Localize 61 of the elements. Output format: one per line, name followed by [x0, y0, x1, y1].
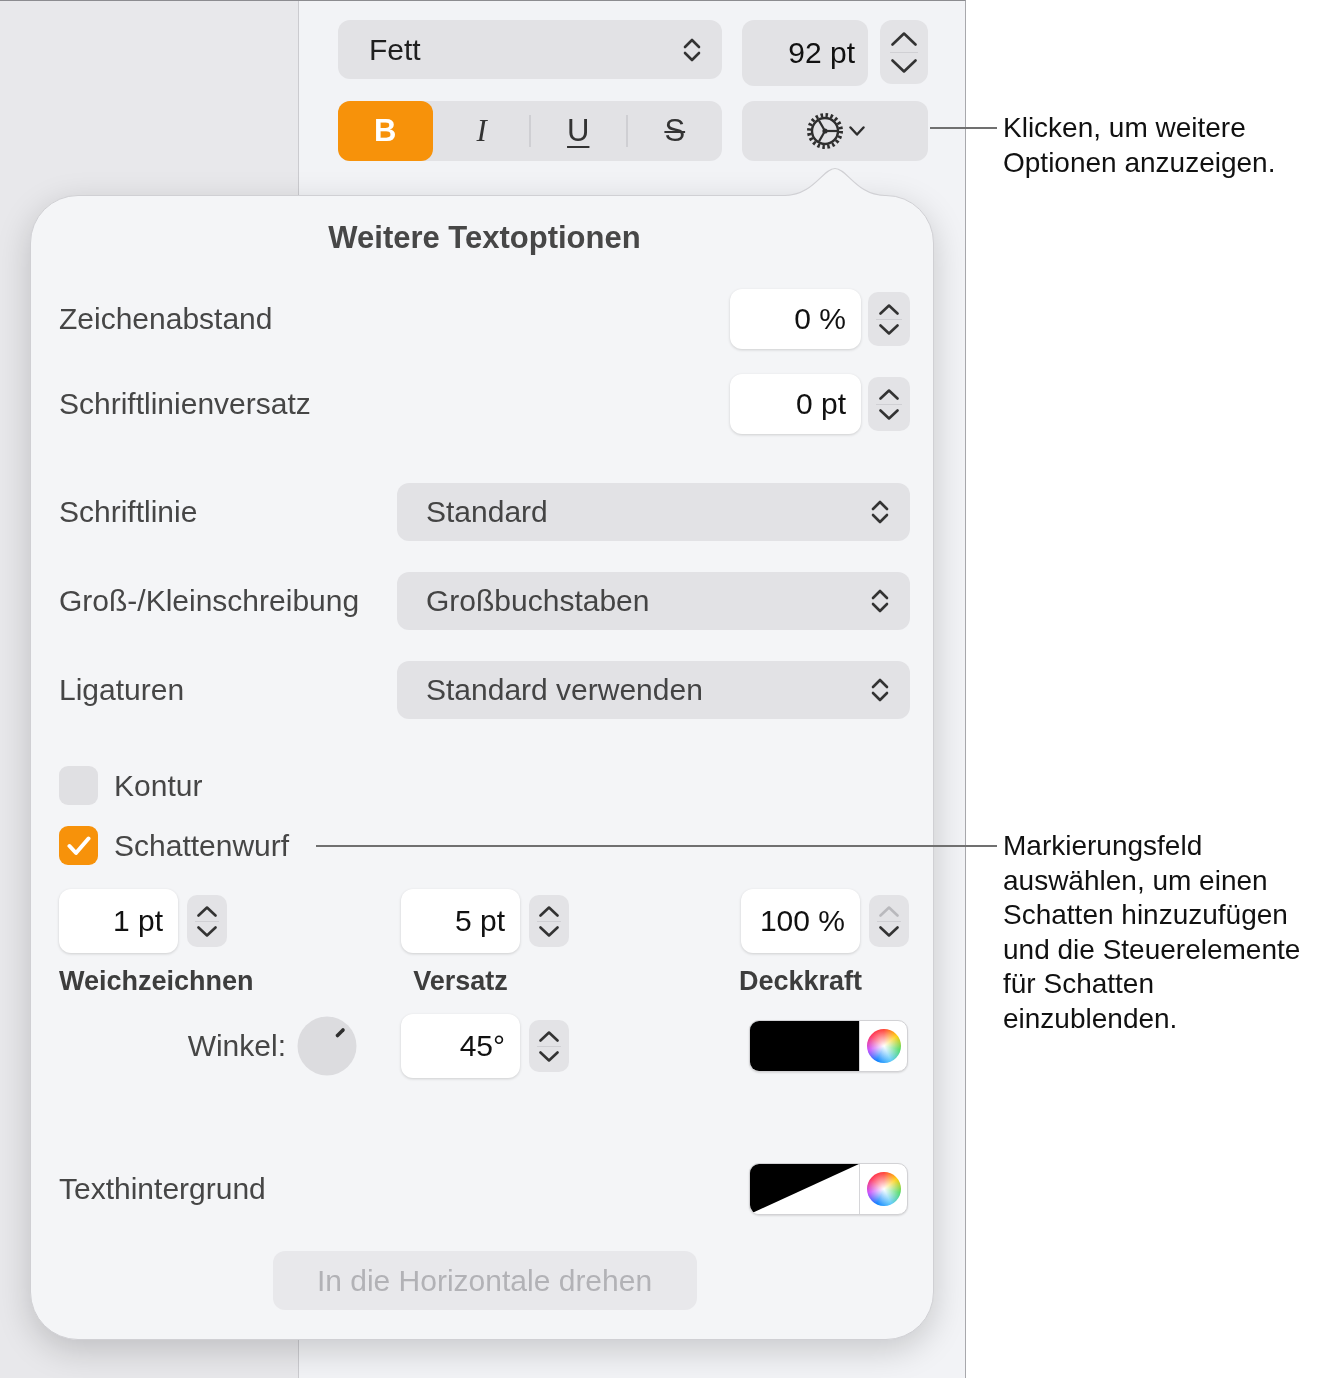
underline-button[interactable]: U [531, 101, 626, 161]
stepper[interactable] [880, 20, 928, 84]
chevron-down-icon [891, 58, 917, 73]
chevron-down-icon [539, 1050, 559, 1062]
checkbox[interactable] [59, 826, 98, 865]
checkbox-label: Kontur [114, 768, 203, 803]
chevron-up-icon [891, 31, 917, 46]
chevron-down-icon [879, 408, 899, 420]
color-well[interactable] [749, 1020, 908, 1072]
stepper[interactable] [187, 895, 227, 947]
field-caption: Versatz [413, 965, 508, 997]
color-well[interactable] [749, 1163, 908, 1215]
popup-label: Groß-/Kleinschreibung [59, 584, 361, 618]
popup-button[interactable]: Standard [397, 483, 910, 541]
color-wheel-icon [866, 1029, 901, 1063]
chevron-down-icon [879, 925, 899, 937]
stepper[interactable] [868, 292, 910, 346]
number-field[interactable]: 100 % [741, 889, 860, 953]
number-field[interactable]: 5 pt [401, 889, 520, 953]
italic-button[interactable]: I [434, 101, 529, 161]
stepper[interactable] [869, 895, 909, 947]
angle-label: Winkel: [187, 1029, 286, 1063]
color-wheel-icon [866, 1172, 901, 1206]
chevron-down-icon [879, 323, 899, 335]
checkbox-label: Schattenwurf [114, 828, 290, 863]
popup-button[interactable]: Standard verwenden [397, 661, 910, 719]
stepper[interactable] [529, 1020, 569, 1072]
up-down-chevron-icon [871, 498, 889, 526]
stepper[interactable] [529, 895, 569, 947]
leader-line [930, 127, 997, 129]
text-style-segmented-control[interactable]: B I U S [338, 101, 722, 161]
stepper[interactable] [868, 377, 910, 431]
up-down-chevron-icon [871, 676, 889, 704]
callout-text: Klicken, um weitere Optionen anzuzeigen. [1003, 111, 1277, 180]
popup-button[interactable]: Großbuchstaben [397, 572, 910, 630]
number-field[interactable]: 1 pt [59, 889, 178, 953]
strikethrough-button[interactable]: S [627, 101, 722, 161]
popover-title: Weitere Textoptionen [327, 220, 642, 256]
chevron-down-icon [848, 126, 865, 136]
popup-label: Ligaturen [59, 673, 186, 707]
field-label: Texthintergrund [59, 1172, 266, 1206]
chevron-down-icon [197, 925, 217, 937]
field-label: Zeichenabstand [59, 302, 273, 336]
callout-text: Markierungsfeld auswählen, um einen Schatten hinzuzufügen und die Steuerelemente für Schatten einzublenden. [1003, 829, 1302, 1036]
field-caption: Deckkraft [738, 965, 863, 997]
gear-icon [805, 112, 844, 150]
checkmark-icon [66, 835, 91, 856]
font-size-field[interactable]: 92 pt [742, 20, 868, 86]
chevron-up-icon [879, 303, 899, 315]
chevron-up-icon [879, 388, 899, 400]
number-field[interactable]: 0 pt [730, 374, 861, 434]
up-down-chevron-icon [871, 587, 889, 615]
field-caption: Weichzeichnen [59, 965, 254, 997]
chevron-up-icon [539, 1030, 559, 1042]
font-style-popup[interactable]: Fett [338, 20, 722, 79]
field-label: Schriftlinienversatz [59, 387, 311, 421]
number-field[interactable]: 0 % [730, 289, 861, 349]
popup-label: Schriftlinie [59, 495, 199, 529]
chevron-down-icon [539, 925, 559, 937]
number-field[interactable]: 45° [401, 1014, 520, 1078]
gear-menu-button[interactable] [742, 101, 928, 161]
